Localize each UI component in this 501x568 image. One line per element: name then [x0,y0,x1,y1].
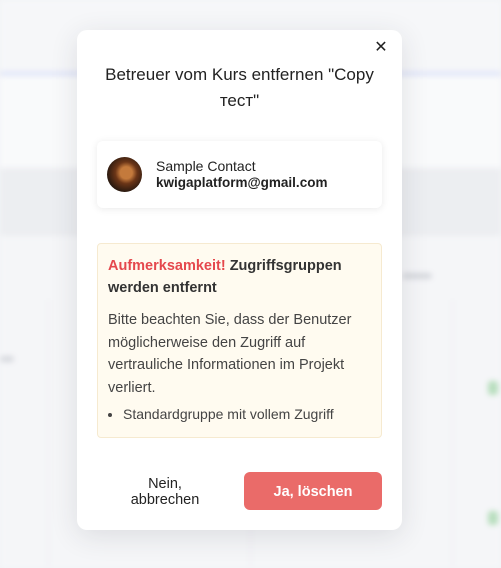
access-group-list: Standardgruppe mit vollem Zugriff [108,403,334,425]
alert-heading: Aufmerksamkeit! Zugriffsgruppen werden e… [108,255,358,299]
warning-alert: Aufmerksamkeit! Zugriffsgruppen werden e… [97,243,382,438]
alert-body: Bitte beachten Sie, dass der Benutzer mö… [108,312,352,396]
contact-email: kwigaplatform@gmail.com [156,175,328,190]
contact-card: Sample Contact kwigaplatform@gmail.com [97,141,382,208]
cancel-button[interactable]: Nein, abbrechen [117,474,213,510]
dialog-title: Betreuer vom Kurs entfernen "Copy тест" [105,65,374,110]
contact-name: Sample Contact [156,158,256,174]
confirm-delete-button[interactable]: Ja, löschen [244,472,382,510]
remove-supervisor-dialog: ✕ Betreuer vom Kurs entfernen "Copy тест… [77,30,402,530]
close-icon[interactable]: ✕ [374,40,388,56]
alert-warning-label: Aufmerksamkeit! [108,258,226,274]
avatar [107,157,142,192]
list-item: Standardgruppe mit vollem Zugriff [123,403,334,425]
